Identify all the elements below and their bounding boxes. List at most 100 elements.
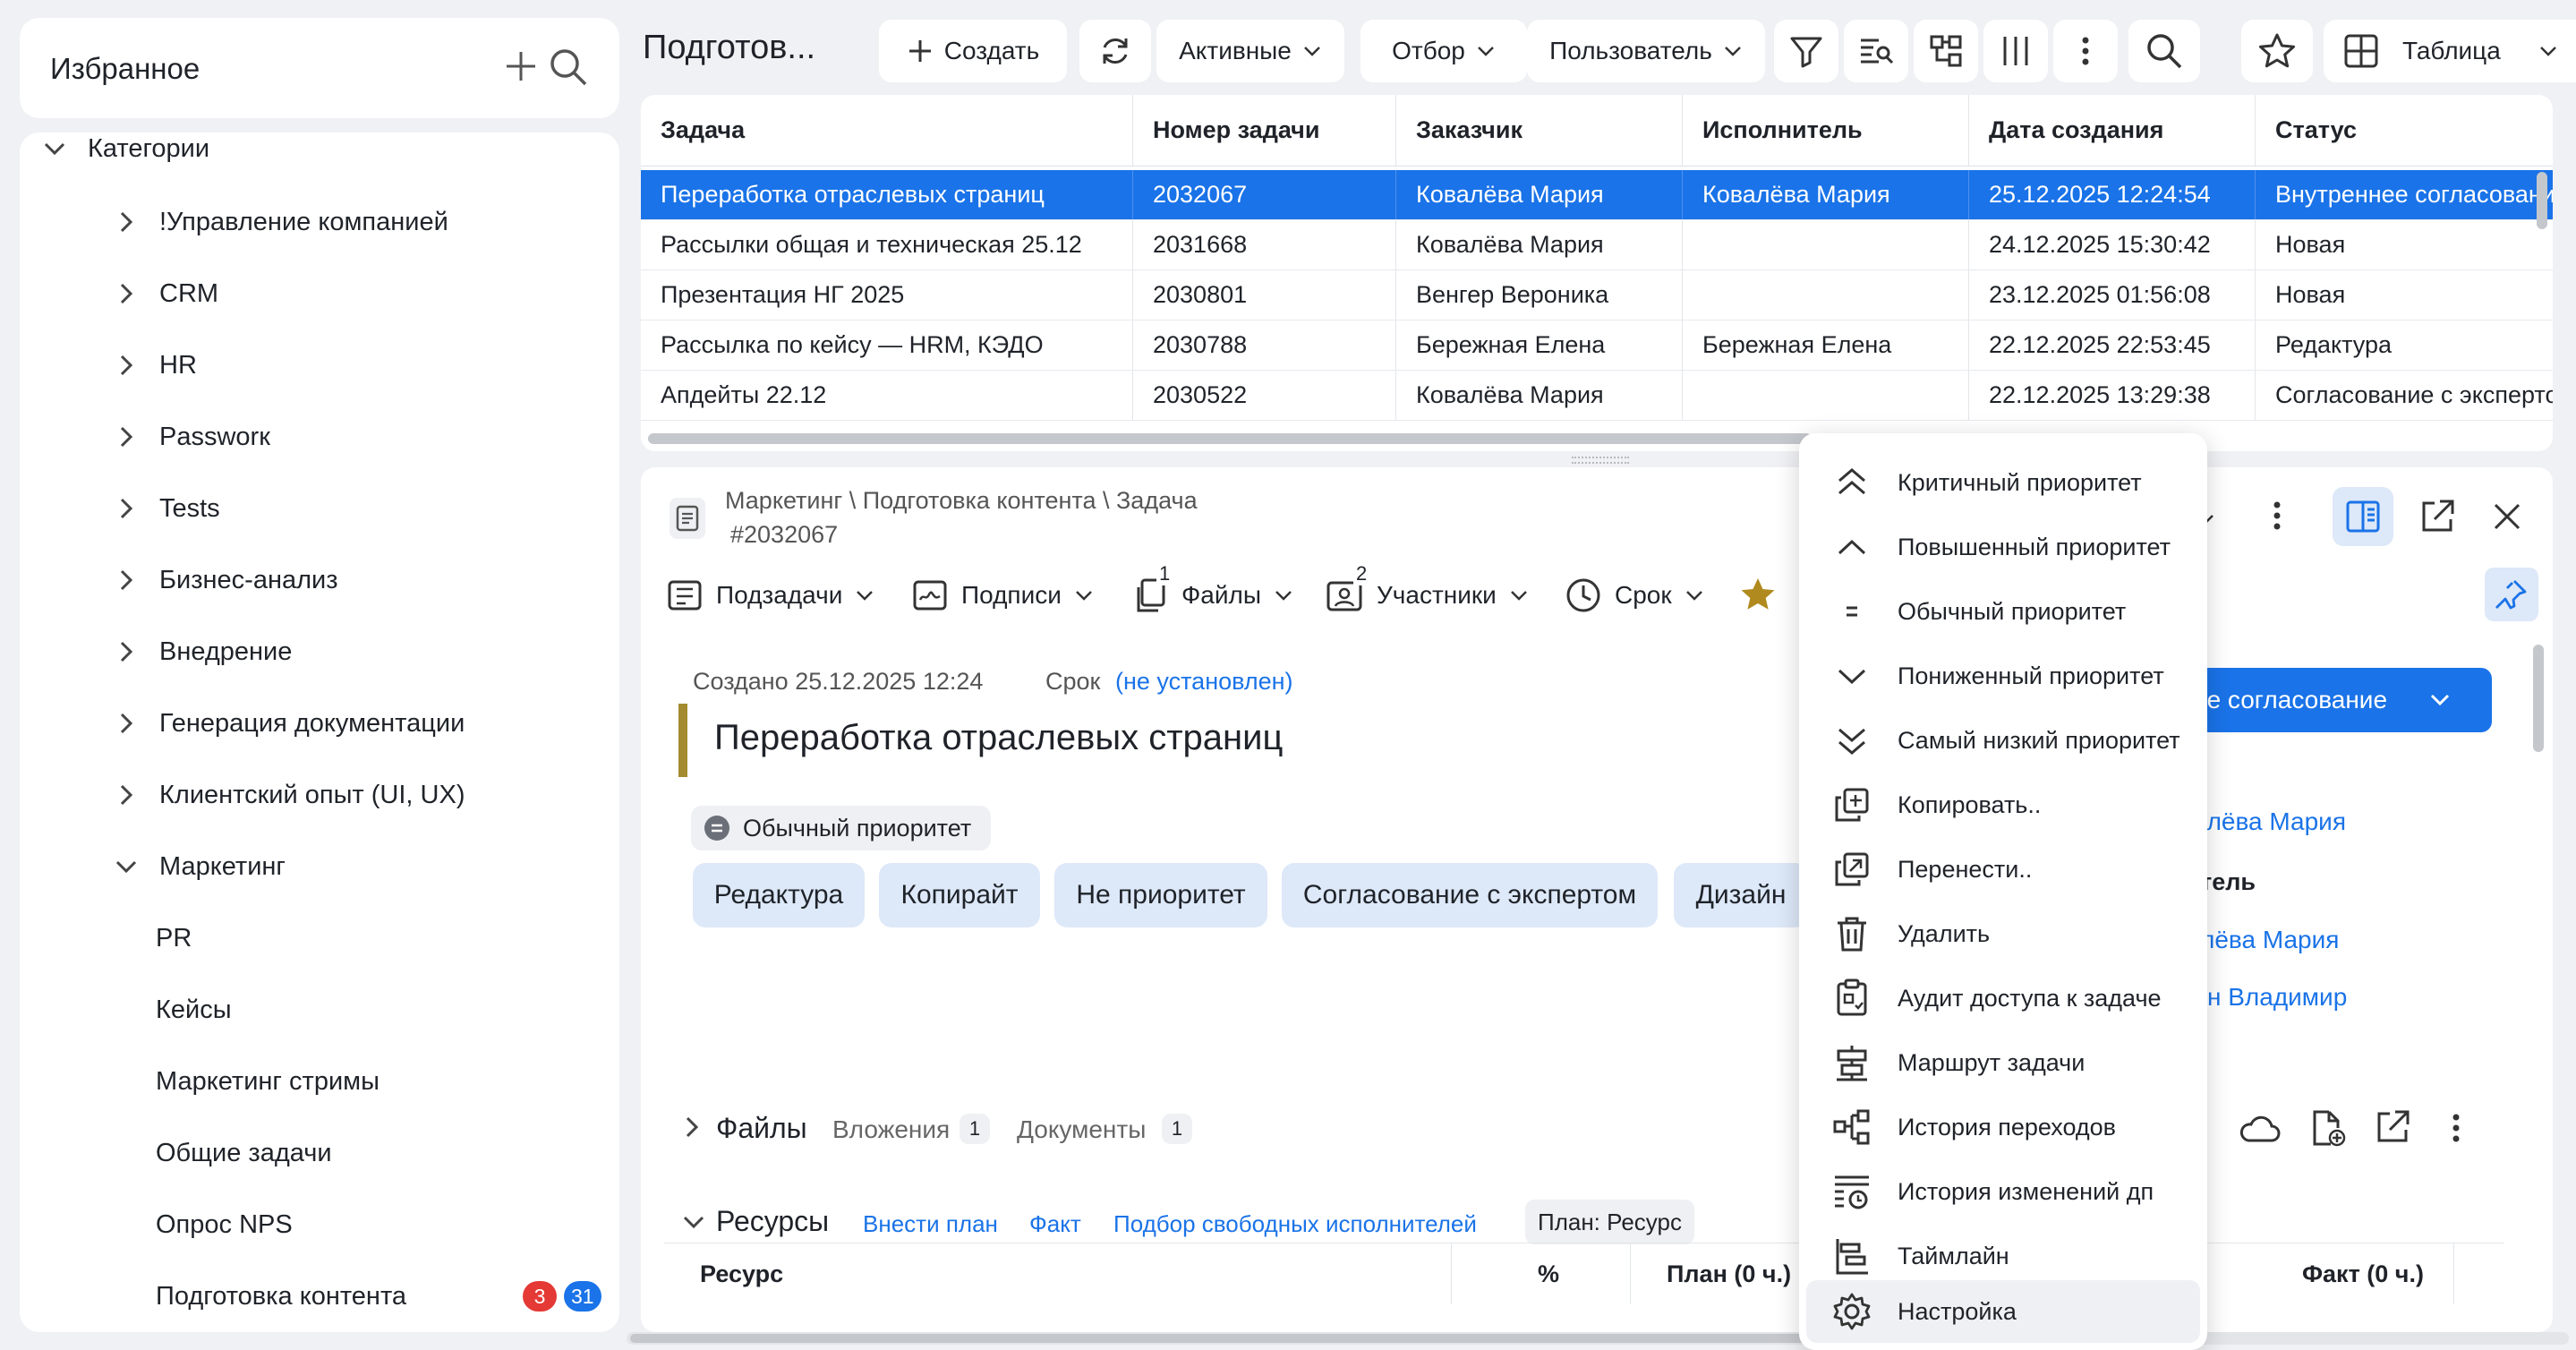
panel-resize-handle[interactable] [1572, 457, 1629, 464]
table-row[interactable]: Апдейты 22.12 2030522 Ковалёва Мария 22.… [641, 371, 2553, 421]
tree-item[interactable]: CRM [113, 258, 218, 329]
more-vertical-icon[interactable] [2438, 1110, 2474, 1146]
search-list-button[interactable] [1844, 20, 1908, 82]
refresh-button[interactable] [1079, 20, 1151, 82]
column-header[interactable]: Задача [641, 95, 1133, 166]
menu-item-copy[interactable]: Копировать.. [1806, 773, 2200, 836]
tab-attachments[interactable]: Вложения [832, 1115, 950, 1144]
tab-documents[interactable]: Документы [1017, 1115, 1146, 1144]
open-external-icon[interactable] [2374, 1108, 2411, 1146]
search-button[interactable] [2128, 20, 2200, 82]
tree-subitem[interactable]: Опрос NPS [156, 1189, 293, 1260]
table-row[interactable]: Рассылка по кейсу — HRM, КЭДО 2030788 Бе… [641, 320, 2553, 371]
fact-link[interactable]: Факт [1029, 1210, 1081, 1238]
menu-item-change-history[interactable]: История изменений дп [1806, 1160, 2200, 1223]
tree-item[interactable]: !Управление компанией [113, 186, 448, 258]
tree-item[interactable]: Клиентский опыт (UI, UX) [113, 759, 465, 831]
more-vertical-icon[interactable] [2259, 498, 2295, 534]
tree-item-marketing[interactable]: Маркетинг [113, 831, 286, 902]
tag-chip[interactable]: Дизайн [1674, 863, 1808, 927]
column-header[interactable]: Номер задачи [1133, 95, 1396, 166]
column-header[interactable]: % [1452, 1243, 1631, 1304]
tree-subitem-content-prep[interactable]: Подготовка контента 3 31 [156, 1260, 603, 1332]
tag-chip[interactable]: Не приоритет [1054, 863, 1267, 927]
tag-chip[interactable]: Согласование с экспертом [1282, 863, 1658, 927]
column-header[interactable]: Факт (0 ч.) [2302, 1243, 2454, 1304]
customer-link[interactable]: алёва Мария [2193, 807, 2346, 836]
plan-resource-chip[interactable]: План: Ресурс [1525, 1200, 1694, 1244]
tree-subitem[interactable]: Кейсы [156, 974, 232, 1046]
add-file-icon[interactable] [2307, 1108, 2347, 1148]
hierarchy-button[interactable] [1914, 20, 1978, 82]
tree-item[interactable]: Tests [113, 473, 220, 544]
star-filled-icon[interactable] [1738, 575, 1778, 614]
column-header[interactable]: Заказчик [1396, 95, 1683, 166]
menu-item-normal-priority[interactable]: Обычный приоритет [1806, 580, 2200, 643]
menu-item-move[interactable]: Перенести.. [1806, 838, 2200, 901]
active-filter-dropdown[interactable]: Активные [1156, 20, 1344, 82]
more-button[interactable] [2053, 20, 2118, 82]
create-button[interactable]: Создать [879, 20, 1067, 82]
tree-item[interactable]: Внедрение [113, 616, 292, 688]
tree-item[interactable]: Passworк [113, 401, 270, 473]
menu-item-lowest-priority[interactable]: Самый низкий приоритет [1806, 709, 2200, 772]
menu-item-settings[interactable]: Настройка [1806, 1280, 2200, 1343]
table-row[interactable]: Переработка отраслевых страниц 2032067 К… [641, 170, 2553, 220]
pick-executors-link[interactable]: Подбор свободных исполнителей [1113, 1210, 1477, 1238]
tab-deadline[interactable]: Срок [1565, 573, 1704, 618]
selection-dropdown[interactable]: Отбор [1361, 20, 1527, 82]
menu-item-critical-priority[interactable]: Критичный приоритет [1806, 451, 2200, 514]
files-section-title[interactable]: Файлы [716, 1112, 807, 1145]
tag-chip[interactable]: Копирайт [879, 863, 1040, 927]
add-icon[interactable] [503, 48, 539, 84]
close-icon[interactable] [2492, 501, 2522, 532]
menu-item-low-priority[interactable]: Пониженный приоритет [1806, 645, 2200, 707]
add-plan-link[interactable]: Внести план [863, 1210, 998, 1238]
resources-section-title[interactable]: Ресурсы [716, 1205, 829, 1238]
task-title[interactable]: Переработка отраслевых страниц [714, 718, 1283, 758]
tree-item[interactable]: HR [113, 329, 197, 401]
favorite-button[interactable] [2241, 20, 2313, 82]
column-header[interactable]: Статус [2256, 95, 2553, 166]
tree-subitem[interactable]: Маркетинг стримы [156, 1046, 380, 1117]
tab-subtasks[interactable]: Подзадачи [666, 573, 874, 618]
detail-vertical-scrollbar[interactable] [2533, 645, 2544, 752]
table-horizontal-scrollbar[interactable] [648, 433, 1812, 444]
chevron-right-icon[interactable] [682, 1114, 704, 1141]
tree-item[interactable]: Бизнес-анализ [113, 544, 338, 616]
open-external-icon[interactable] [2418, 498, 2456, 535]
filter-button[interactable] [1774, 20, 1838, 82]
tab-signatures[interactable]: Подписи [911, 573, 1094, 618]
tree-item[interactable]: Генерация документации [113, 688, 465, 759]
deadline-value-link[interactable]: (не установлен) [1115, 668, 1293, 696]
column-header[interactable]: Ресурс [664, 1243, 1452, 1304]
pin-button[interactable] [2485, 568, 2538, 621]
columns-button[interactable] [1983, 20, 2048, 82]
user-dropdown[interactable]: Пользователь [1527, 20, 1765, 82]
search-icon[interactable] [548, 47, 589, 88]
table-vertical-scrollbar[interactable] [2537, 172, 2547, 229]
tree-root-categories[interactable]: Категории [41, 132, 209, 184]
tree-subitem[interactable]: Общие задачи [156, 1117, 332, 1189]
tree-subitem[interactable]: PR [156, 902, 192, 974]
menu-item-timeline[interactable]: Таймлайн [1806, 1225, 2200, 1287]
page-horizontal-scrollbar[interactable] [630, 1334, 1821, 1343]
chevron-down-icon[interactable] [680, 1209, 707, 1235]
column-header[interactable]: Исполнитель [1683, 95, 1969, 166]
menu-item-route[interactable]: Маршрут задачи [1806, 1031, 2200, 1094]
cloud-icon[interactable] [2238, 1110, 2281, 1146]
menu-item-transition-history[interactable]: История переходов [1806, 1096, 2200, 1158]
menu-item-high-priority[interactable]: Повышенный приоритет [1806, 516, 2200, 578]
executor-link[interactable]: лёва Мария [2200, 926, 2339, 954]
participant-link[interactable]: н Владимир [2207, 983, 2347, 1012]
view-dropdown[interactable]: Таблица [2324, 20, 2576, 82]
menu-item-delete[interactable]: Удалить [1806, 902, 2200, 965]
tag-chip[interactable]: Редактура [693, 863, 865, 927]
priority-chip[interactable]: Обычный приоритет [691, 806, 992, 850]
column-header[interactable]: Дата создания [1969, 95, 2256, 166]
menu-item-access-audit[interactable]: Аудит доступа к задаче [1806, 967, 2200, 1030]
split-view-button[interactable] [2333, 487, 2393, 546]
breadcrumb[interactable]: Маркетинг \ Подготовка контента \ Задача [725, 487, 1198, 515]
table-row[interactable]: Рассылки общая и техническая 25.12 20316… [641, 220, 2553, 270]
table-row[interactable]: Презентация НГ 2025 2030801 Венгер Верон… [641, 270, 2553, 320]
